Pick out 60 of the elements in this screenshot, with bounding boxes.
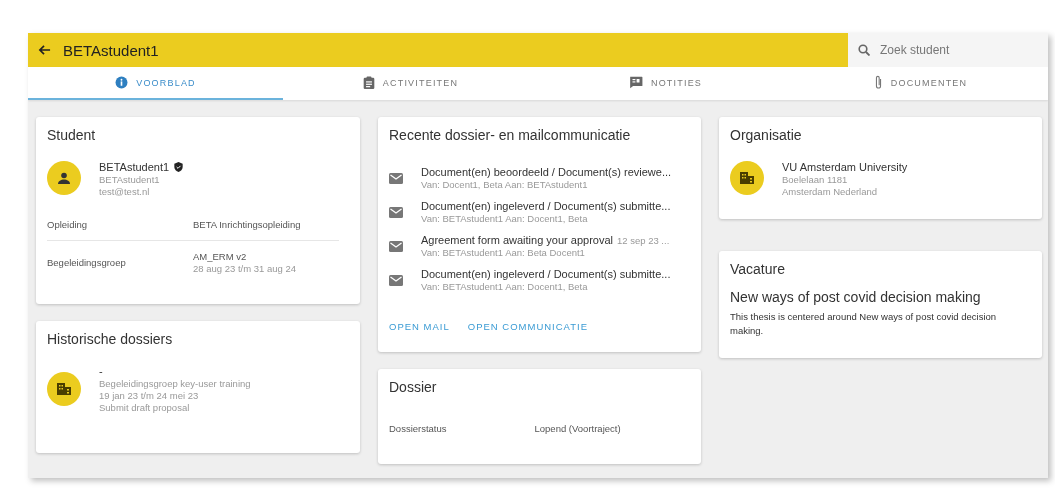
- search-icon: [858, 44, 870, 56]
- username: BETAstudent1: [99, 174, 161, 185]
- field-value: AM_ERM v2: [193, 251, 248, 262]
- tab[interactable]: VOORBLAD: [28, 67, 283, 100]
- note-icon: [628, 76, 643, 89]
- card-title: Vacature: [730, 261, 786, 277]
- field-value: BETA Inrichtingsopleiding: [193, 219, 302, 230]
- info-icon: [115, 76, 129, 89]
- card-title: Dossier: [389, 379, 438, 395]
- card-title: Student: [47, 127, 97, 143]
- mail-icon: [389, 206, 403, 218]
- verified-shield-icon: [174, 162, 184, 172]
- building-icon: [57, 383, 71, 395]
- dossier-detail: Begeleidingsgroep key-user training: [99, 378, 251, 389]
- building-icon: [740, 172, 754, 184]
- vacancy-title: New ways of post covid decision making: [730, 289, 982, 305]
- mail-item[interactable]: Document(en) beoordeeld / Document(s) reviewe... Van: Docent1, Beta Aan: BETAstudent1: [389, 161, 690, 195]
- student-name: BETAstudent1: [99, 161, 170, 173]
- mail-subject: Document(en) beoordeeld / Document(s) reviewe...: [421, 166, 672, 178]
- mail-subject: Document(en) ingeleverd / Document(s) submitte...: [421, 200, 671, 212]
- tab[interactable]: ACTIVITEITEN: [283, 67, 538, 100]
- mail-item[interactable]: Document(en) ingeleverd / Document(s) submitte... Van: BETAstudent1 Aan: Docent1, Beta: [389, 195, 690, 229]
- mail-date: 12 sep 23 ...: [617, 235, 670, 246]
- mail-subject: Document(en) ingeleverd / Document(s) submitte...: [421, 268, 671, 280]
- vacancy-description: This thesis is centered around New ways of post covid decision making.: [730, 310, 998, 338]
- paperclip-icon: [873, 75, 883, 90]
- mail-item[interactable]: Agreement form awaiting your approval 12 sep 23 ... Van: BETAstudent1 Aan: Beta Docent1: [389, 229, 690, 263]
- back-arrow-icon[interactable]: [38, 44, 51, 56]
- address-line: Amsterdam Nederland: [782, 186, 879, 197]
- dossier-title: -: [99, 365, 104, 377]
- field-label: Dossierstatus: [389, 423, 448, 434]
- mail-participants: Van: BETAstudent1 Aan: Docent1, Beta: [421, 281, 589, 292]
- mail-subject: Agreement form awaiting your approval: [421, 234, 613, 246]
- organisation-name: VU Amsterdam University: [782, 161, 908, 173]
- tab[interactable]: NOTITIES: [538, 67, 793, 100]
- mail-icon: [389, 274, 403, 286]
- address-line: Boelelaan 1181: [782, 174, 849, 185]
- field-date: 28 aug 23 t/m 31 aug 24: [193, 263, 297, 274]
- card-title: Recente dossier- en mailcommunicatie: [389, 127, 632, 143]
- mail-participants: Van: BETAstudent1 Aan: Beta Docent1: [421, 247, 586, 258]
- search-field[interactable]: Zoek student: [848, 33, 1048, 67]
- mail-icon: [389, 172, 403, 184]
- person-icon: [58, 172, 70, 184]
- mail-participants: Van: BETAstudent1 Aan: Docent1, Beta: [421, 213, 589, 224]
- mail-item[interactable]: Document(en) ingeleverd / Document(s) submitte... Van: BETAstudent1 Aan: Docent1, Beta: [389, 263, 690, 297]
- action-link[interactable]: OPEN MAIL: [389, 321, 450, 332]
- card-title: Organisatie: [730, 127, 803, 143]
- tab[interactable]: DOCUMENTEN: [793, 67, 1048, 100]
- mail-icon: [389, 240, 403, 252]
- email: test@test.nl: [99, 186, 151, 197]
- clipboard-icon: [362, 76, 375, 89]
- dossier-detail: Submit draft proposal: [99, 402, 191, 413]
- dossier-detail: 19 jan 23 t/m 24 mei 23: [99, 390, 200, 401]
- page-title: BETAstudent1: [63, 41, 159, 59]
- field-label: Opleiding: [47, 219, 89, 230]
- action-link[interactable]: OPEN COMMUNICATIE: [467, 321, 589, 332]
- field-label: Begeleidingsgroep: [47, 257, 127, 268]
- field-value: Lopend (Voortraject): [534, 423, 622, 434]
- card-title: Historische dossiers: [47, 331, 174, 347]
- mail-participants: Van: Docent1, Beta Aan: BETAstudent1: [421, 179, 589, 190]
